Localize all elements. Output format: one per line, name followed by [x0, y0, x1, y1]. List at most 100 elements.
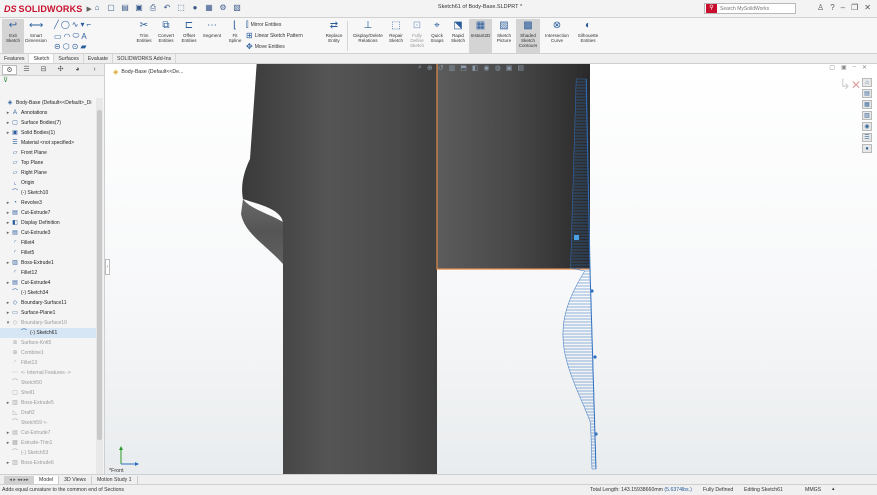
viewport-tile-icon[interactable]: ▣ [841, 64, 847, 71]
restore-icon[interactable]: ❐ [851, 3, 858, 12]
feature-tree-item[interactable]: ▸ ◔ Revolve3 [0, 198, 96, 208]
feature-tree-item[interactable]: ▸ ▦ Extrude-Thin1 [0, 438, 96, 448]
feature-tree-item[interactable]: ◜ Fillet5 [0, 248, 96, 258]
point-icon[interactable]: ⊙ [72, 42, 79, 51]
cancel-sketch-icon[interactable]: ✕ [851, 78, 861, 92]
spline-icon[interactable]: ∿ [72, 20, 79, 29]
close-window-icon[interactable]: ✕ [864, 3, 871, 12]
plane-icon[interactable]: ▰ [80, 42, 86, 51]
search-box[interactable]: ⚲ Search MySolidWorks [704, 3, 796, 14]
slot-icon[interactable]: ⊝ [54, 42, 61, 51]
rectangle-icon[interactable]: ▭ [54, 32, 62, 41]
pin-icon[interactable]: ▧ [232, 3, 242, 13]
design-library-icon[interactable]: ▤ [862, 89, 872, 98]
unit-system[interactable]: MMGS [805, 487, 821, 493]
property-manager-tab-icon[interactable]: ☰ [19, 65, 34, 75]
feature-tree-item[interactable]: ▸ A Annotations [0, 108, 96, 118]
feature-tree-item[interactable]: ◺ Draft2 [0, 408, 96, 418]
hide-show-icon[interactable]: ◉ [484, 64, 490, 72]
offset-entities-button[interactable]: ⊏ Offset Entities [178, 19, 200, 43]
exit-sketch-confirm-icon[interactable]: ↳ [839, 76, 851, 92]
edit-appearance-icon[interactable]: ◍ [495, 64, 501, 72]
tab-model[interactable]: Model [34, 475, 60, 484]
tab-sketch[interactable]: Sketch [29, 54, 55, 63]
model-canvas[interactable] [105, 64, 877, 474]
feature-tree-item[interactable]: ⌒ (-) Sketch10 [0, 188, 96, 198]
custom-properties-icon[interactable]: ☰ [862, 133, 872, 142]
more-tabs-icon[interactable]: › [87, 65, 102, 75]
feature-tree-item[interactable]: ▱ Top Plane [0, 158, 96, 168]
feature-tree-item[interactable]: ▱ Front Plane [0, 148, 96, 158]
feature-tree-item[interactable]: ⌒ (-) Sketch53 [0, 448, 96, 458]
intersection-curve-button[interactable]: ⊗ Intersection Curve [542, 19, 572, 43]
replace-entity-button[interactable]: ⇄ Replace Entity [323, 19, 345, 43]
solidworks-logo[interactable]: DS SOLIDWORKS ▶ [4, 2, 92, 16]
tab-evaluate[interactable]: Evaluate [84, 54, 114, 63]
tab-scroll-buttons[interactable]: ◂ ▸ ◂◂ ▸▸ [4, 475, 34, 484]
circle-icon[interactable]: ◯ [61, 20, 70, 29]
feature-tree-item[interactable]: ▱ Right Plane [0, 168, 96, 178]
graphics-area[interactable]: ◈ Body-Base (Default<<De... ⌕ ⊕ ↺ ▥ ⬒ ◧ … [105, 64, 877, 474]
home-icon[interactable]: ⌂ [92, 3, 102, 13]
view-orientation-icon[interactable]: ⬒ [460, 64, 467, 72]
feature-tree-item[interactable]: ☰ Material <not specified> [0, 138, 96, 148]
feature-tree-item[interactable]: ⧈ Surface-Knit5 [0, 338, 96, 348]
display-delete-relations-button[interactable]: ⊥ Display/Delete Relations [351, 19, 385, 43]
file-properties-icon[interactable]: ▦ [204, 3, 214, 13]
rapid-sketch-button[interactable]: ⬔ Rapid Sketch [447, 19, 469, 43]
feature-tree-item[interactable]: ⌒ (-) Sketch34 [0, 288, 96, 298]
feature-tree-item[interactable]: ▸ ▤ Cut-Extrude3 [0, 228, 96, 238]
section-view-icon[interactable]: ▥ [449, 64, 456, 72]
save-icon[interactable]: ▣ [134, 3, 144, 13]
units-dropdown-icon[interactable]: ▴ [832, 486, 835, 492]
feature-tree-item[interactable]: ▸ ▤ Cut-Extrude4 [0, 278, 96, 288]
file-explorer-icon[interactable]: ▦ [862, 100, 872, 109]
feature-tree-item[interactable]: ▢ Shell1 [0, 388, 96, 398]
display-manager-tab-icon[interactable]: ◕ [70, 65, 85, 75]
linear-sketch-pattern-button[interactable]: ⊞ Linear Sketch Pattern [246, 31, 303, 40]
breadcrumb[interactable]: ◈ Body-Base (Default<<De... [113, 68, 183, 76]
tab-addins[interactable]: SOLIDWORKS Add-Ins [113, 54, 177, 63]
dimxpert-tab-icon[interactable]: ✣ [53, 65, 68, 75]
feature-tree-item[interactable]: ⌞ Origin [0, 178, 96, 188]
sketch-picture-button[interactable]: ▨ Sketch Picture [493, 19, 515, 43]
feature-tree-item[interactable]: ▸ ▤ Cut-Extrude7 [0, 208, 96, 218]
options-icon[interactable]: ⚙ [218, 3, 228, 13]
previous-view-icon[interactable]: ↺ [438, 64, 444, 72]
user-icon[interactable]: ♙ [817, 3, 824, 12]
fillet-sketch-icon[interactable]: ⌐ [87, 20, 92, 29]
ellipse-icon[interactable]: ⬭ [73, 31, 80, 41]
move-entities-button[interactable]: ✥ Move Entities [246, 42, 285, 51]
feature-tree-item[interactable]: ▾ ◇ Boundary-Surface10 [0, 318, 96, 328]
feature-tree-tab-icon[interactable]: ⚙ [2, 65, 17, 75]
tab-features[interactable]: Features [0, 54, 30, 63]
view-settings-icon[interactable]: ▤ [517, 64, 524, 72]
scrollbar-thumb[interactable] [97, 110, 102, 440]
feature-tree-item[interactable]: ▸ ◇ Boundary-Surface11 [0, 298, 96, 308]
fully-define-sketch-button[interactable]: ⊡ Fully Define Sketch [406, 19, 428, 49]
select-icon[interactable]: ⬚ [176, 3, 186, 13]
quick-snaps-button[interactable]: ⌖ Quick Snaps [426, 19, 448, 43]
feature-tree-item[interactable]: ◜ Fillet13 [0, 358, 96, 368]
arc-icon[interactable]: ◠ [64, 32, 71, 41]
feature-tree-item[interactable]: ⋯ <- Internal Features -> [0, 368, 96, 378]
feature-tree-item[interactable]: ▸ ▥ Boss-Extrude5 [0, 398, 96, 408]
dropdown-icon[interactable]: ▾ [80, 20, 84, 29]
smart-dimension-button[interactable]: ⟷ Smart Dimension [25, 19, 47, 43]
tab-3d-views[interactable]: 3D Views [59, 475, 92, 484]
trim-entities-button[interactable]: ✂ Trim Entities [133, 19, 155, 43]
filter-icon[interactable]: ⊽ [0, 76, 104, 85]
undo-icon[interactable]: ↶ [162, 3, 172, 13]
feature-tree-item[interactable]: ▸ ▭ Surface-Plane1 [0, 308, 96, 318]
feature-tree-item[interactable]: ◜ Fillet12 [0, 268, 96, 278]
repair-sketch-button[interactable]: ⬚ Repair Sketch [385, 19, 407, 43]
fit-spline-button[interactable]: ⌊ Fit Spline [224, 19, 246, 43]
feature-tree-item[interactable]: ⌒ (-) Sketch61 [0, 328, 96, 338]
new-document-icon[interactable]: ▢ [106, 3, 116, 13]
viewport-minimize-icon[interactable]: – [853, 64, 856, 71]
display-style-icon[interactable]: ◧ [472, 64, 479, 72]
zoom-to-fit-icon[interactable]: ⌕ [418, 64, 422, 72]
search-icon[interactable]: ⚲ [706, 4, 717, 13]
feature-tree-item[interactable]: ▸ ▣ Solid Bodies(1) [0, 128, 96, 138]
feature-tree-item[interactable]: ◈ Body-Base (Default<<Default>_Di [0, 98, 96, 108]
